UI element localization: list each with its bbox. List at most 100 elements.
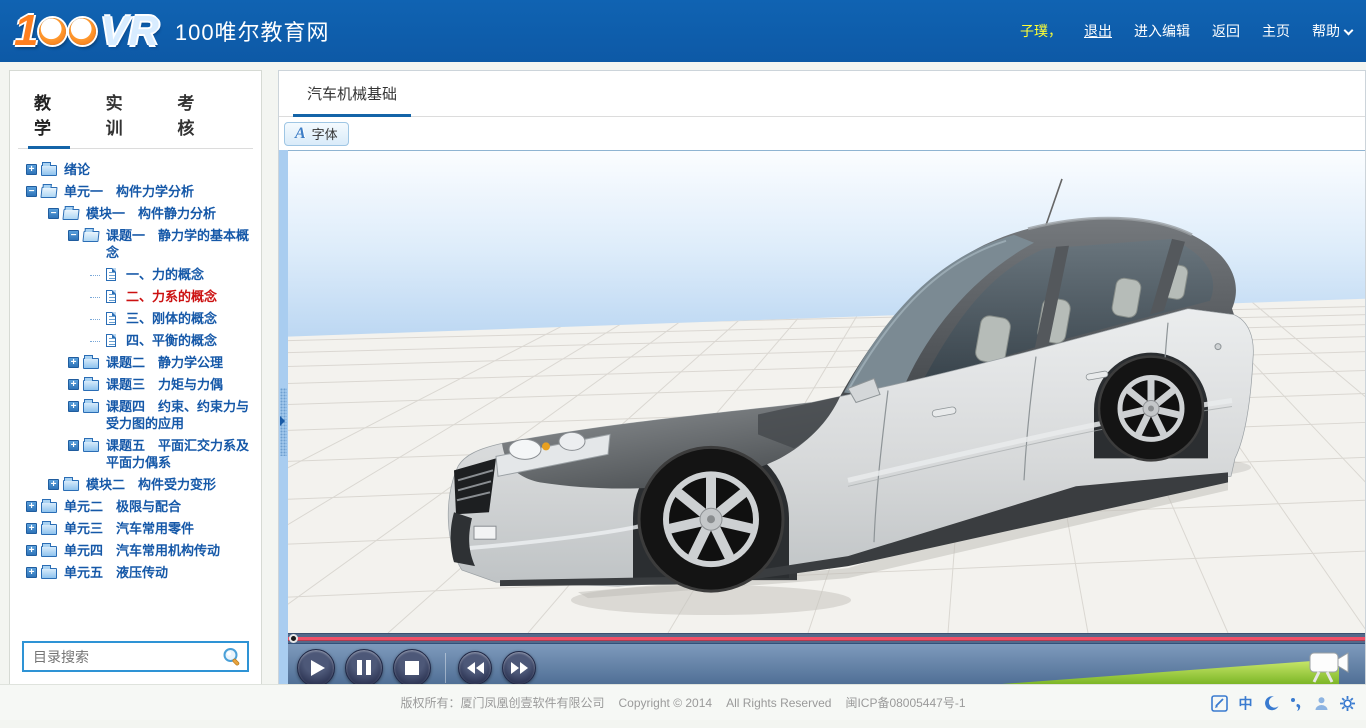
expand-icon[interactable]: + (26, 567, 37, 578)
pause-button[interactable] (345, 649, 383, 687)
site-logo[interactable]: 1 VR (14, 11, 159, 51)
moon-icon[interactable] (1263, 695, 1280, 712)
video-camera-icon[interactable] (1307, 649, 1351, 683)
input-pen-icon[interactable] (1211, 695, 1228, 712)
document-icon (103, 268, 121, 281)
tab-training[interactable]: 实训 (100, 81, 146, 148)
logo-vr: VR (100, 11, 158, 51)
rights-text: All Rights Reserved (726, 696, 831, 710)
tree-item[interactable]: + 单元三 汽车常用零件 (16, 520, 257, 537)
speed-wedge[interactable] (989, 657, 1339, 685)
home-link[interactable]: 主页 (1262, 21, 1290, 41)
player-separator (445, 653, 446, 683)
icp-number: 闽ICP备08005447号-1 (845, 694, 965, 711)
sidebar-tabs: 教学 实训 考核 (18, 81, 253, 149)
settings-icon[interactable] (1339, 695, 1356, 712)
logout-link[interactable]: 退出 (1084, 21, 1112, 41)
tree-item[interactable]: 一、力的概念 (16, 266, 257, 283)
tree-connector (90, 297, 100, 298)
logo-eye-icon (69, 18, 96, 45)
user-icon[interactable] (1313, 695, 1330, 712)
tree-item[interactable]: + 课题四 约束、约束力与受力图的应用 (16, 398, 257, 432)
font-a-icon: A (295, 127, 306, 141)
folder-open-icon (63, 207, 81, 220)
tree-item[interactable]: 三、刚体的概念 (16, 310, 257, 327)
main-panel: 汽车机械基础 A 字体 (278, 70, 1366, 692)
rewind-button[interactable] (458, 651, 492, 685)
tree-item[interactable]: + 绪论 (16, 161, 257, 178)
copyright-year: Copyright © 2014 (619, 696, 713, 710)
expand-icon[interactable]: + (26, 164, 37, 175)
folder-closed-icon (41, 163, 59, 176)
footer: 版权所有：厦门凤凰创壹软件有限公司 Copyright © 2014 All R… (0, 684, 1366, 720)
document-icon (103, 334, 121, 347)
svg-text:中: 中 (1239, 695, 1253, 711)
catalog-search (22, 641, 249, 672)
tree-item[interactable]: + 课题三 力矩与力偶 (16, 376, 257, 393)
tree-item[interactable]: − 课题一 静力学的基本概念 (16, 227, 257, 261)
splitter-arrow-icon (280, 416, 285, 426)
progress-knob[interactable] (289, 634, 298, 643)
tree-item-selected[interactable]: 二、力系的概念 (16, 288, 257, 305)
expand-icon[interactable]: + (68, 357, 79, 368)
punctuation-icon[interactable] (1289, 695, 1304, 712)
tree-connector (90, 275, 100, 276)
chevron-down-icon (1344, 26, 1354, 36)
folder-closed-icon (83, 356, 101, 369)
play-button[interactable] (297, 649, 335, 687)
tree-item[interactable]: + 模块二 构件受力变形 (16, 476, 257, 493)
help-menu[interactable]: 帮助 (1312, 21, 1352, 41)
tree-item[interactable]: + 单元五 液压传动 (16, 564, 257, 581)
fast-forward-button[interactable] (502, 651, 536, 685)
search-icon[interactable] (221, 646, 243, 673)
expand-icon[interactable]: + (48, 479, 59, 490)
folder-closed-icon (63, 478, 81, 491)
back-link[interactable]: 返回 (1212, 21, 1240, 41)
expand-icon[interactable]: + (68, 401, 79, 412)
expand-icon[interactable]: + (26, 523, 37, 534)
collapse-icon[interactable]: − (68, 230, 79, 241)
input-method-tray: 中 (1211, 685, 1356, 721)
tab-assessment[interactable]: 考核 (171, 81, 217, 148)
expand-icon[interactable]: + (68, 379, 79, 390)
folder-closed-icon (41, 500, 59, 513)
font-button[interactable]: A 字体 (284, 122, 349, 146)
tree-item[interactable]: + 课题五 平面汇交力系及平面力偶系 (16, 437, 257, 471)
folder-closed-icon (83, 439, 101, 452)
folder-closed-icon (83, 378, 101, 391)
viewer-toolbar: A 字体 (279, 117, 1365, 150)
tree-item[interactable]: + 单元二 极限与配合 (16, 498, 257, 515)
folder-closed-icon (41, 544, 59, 557)
expand-icon[interactable]: + (26, 501, 37, 512)
course-sidebar: 教学 实训 考核 + 绪论 − 单元一 构件力学分析 − 模块一 构件静力分析 … (9, 70, 262, 687)
expand-icon[interactable]: + (68, 440, 79, 451)
tree-item[interactable]: − 模块一 构件静力分析 (16, 205, 257, 222)
panel-splitter[interactable] (279, 150, 288, 691)
search-input[interactable] (22, 641, 249, 672)
content-area: 教学 实训 考核 + 绪论 − 单元一 构件力学分析 − 模块一 构件静力分析 … (0, 62, 1366, 684)
tree-item[interactable]: + 单元四 汽车常用机构传动 (16, 542, 257, 559)
tab-teaching[interactable]: 教学 (28, 81, 74, 148)
playback-progress-bar[interactable] (288, 633, 1365, 643)
tab-course-title[interactable]: 汽车机械基础 (293, 73, 411, 116)
course-tabbar: 汽车机械基础 (279, 71, 1365, 117)
logo-one: 1 (14, 11, 38, 51)
collapse-icon[interactable]: − (48, 208, 59, 219)
tree-connector (90, 319, 100, 320)
logo-eye-icon (39, 18, 66, 45)
document-icon (103, 290, 121, 303)
stop-button[interactable] (393, 649, 431, 687)
folder-closed-icon (41, 522, 59, 535)
enter-edit-link[interactable]: 进入编辑 (1134, 21, 1190, 41)
expand-icon[interactable]: + (26, 545, 37, 556)
tree-item[interactable]: − 单元一 构件力学分析 (16, 183, 257, 200)
progress-line (288, 637, 1365, 640)
header: 1 VR 100唯尔教育网 子璞， 退出 进入编辑 返回 主页 帮助 (0, 0, 1366, 62)
tree-item[interactable]: + 课题二 静力学公理 (16, 354, 257, 371)
tree-item[interactable]: 四、平衡的概念 (16, 332, 257, 349)
tree-connector (90, 341, 100, 342)
folder-closed-icon (83, 400, 101, 413)
collapse-icon[interactable]: − (26, 186, 37, 197)
3d-viewer[interactable] (288, 150, 1365, 633)
chinese-mode-icon[interactable]: 中 (1237, 695, 1254, 712)
